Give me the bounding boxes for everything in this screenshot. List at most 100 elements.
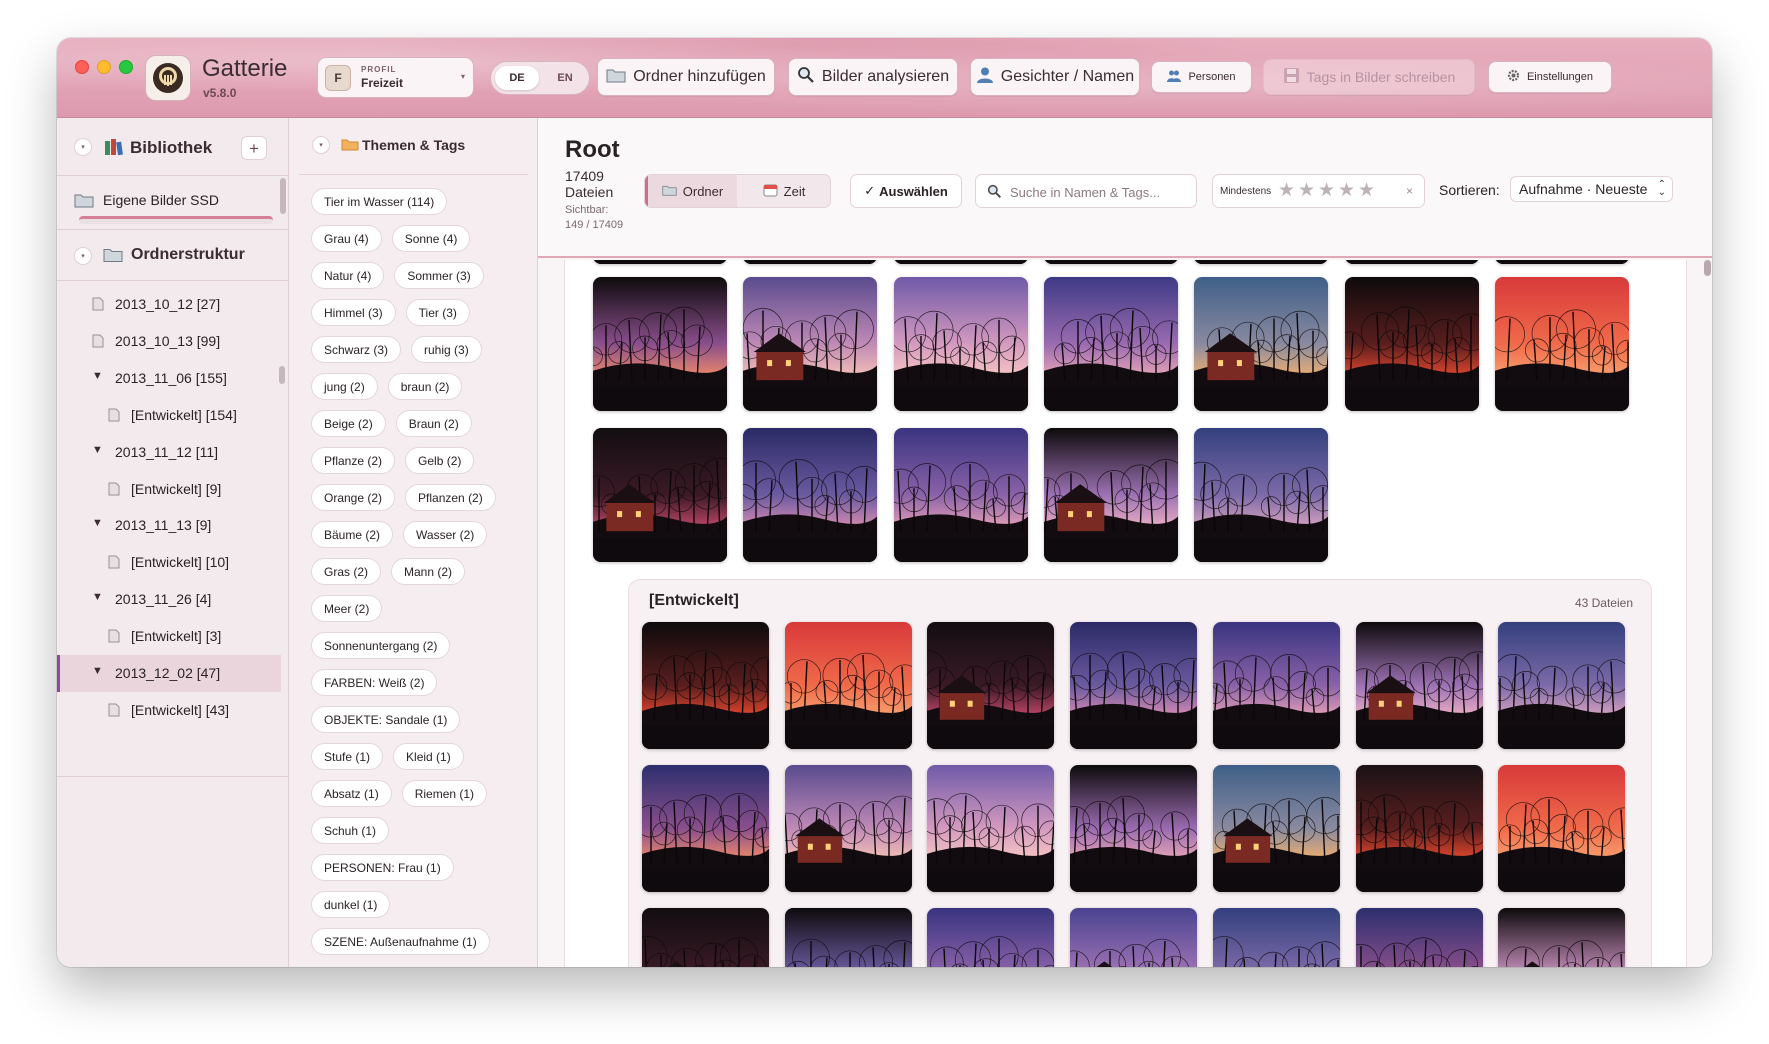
tag-chip[interactable]: Mann (2) [391,558,466,585]
tag-chip[interactable]: Himmel (3) [311,299,396,326]
star-icon[interactable]: ★ [1278,181,1295,200]
image-thumbnail[interactable] [743,428,878,562]
star-icon[interactable]: ★ [1298,181,1315,200]
image-thumbnail[interactable] [642,908,769,967]
tag-chip[interactable]: Sommer (3) [394,262,484,289]
disclosure-triangle-icon[interactable]: ▼ [92,517,103,529]
tag-chip[interactable]: SZENE: Außenaufnahme (1) [311,928,490,955]
image-thumbnail[interactable] [593,277,727,411]
tag-chip[interactable]: Orange (2) [311,484,396,511]
tag-chip[interactable]: Absatz (1) [311,780,392,807]
image-thumbnail[interactable] [593,260,727,264]
analyze-images-button[interactable]: Bilder analysieren [788,58,958,96]
tag-chip[interactable]: Pflanzen (2) [405,484,496,511]
image-thumbnail[interactable] [1194,428,1329,562]
image-thumbnail[interactable] [642,765,769,892]
tag-chip[interactable]: Wasser (2) [403,521,488,548]
image-thumbnail[interactable] [593,428,727,562]
image-thumbnail[interactable] [784,765,912,892]
tree-row[interactable]: ▼ 2013_11_12 [11] [57,434,281,471]
image-thumbnail[interactable] [1494,277,1629,411]
image-thumbnail[interactable] [1498,765,1626,892]
tag-chip[interactable]: Gras (2) [311,558,382,585]
add-folder-button[interactable]: Ordner hinzufügen [597,58,775,96]
tree-row[interactable]: [Entwickelt] [43] [57,692,281,729]
image-thumbnail[interactable] [784,622,912,749]
tree-row[interactable]: [Entwickelt] [3] [57,618,281,655]
image-thumbnail[interactable] [1344,277,1479,411]
tag-chip[interactable]: Tier (3) [405,299,470,326]
tag-chip[interactable]: Braun (2) [395,410,472,437]
image-thumbnail[interactable] [1355,622,1483,749]
sidebar-scrollbar[interactable] [280,178,286,214]
tag-chip[interactable]: FARBEN: Weiß (2) [311,669,438,696]
tag-chip[interactable]: Schwarz (3) [311,336,402,363]
persons-button[interactable]: Personen [1151,61,1252,93]
star-icon[interactable]: ★ [1338,181,1355,200]
tag-chip[interactable]: Kleid (1) [393,743,464,770]
minimize-window-button[interactable] [97,60,111,74]
tag-chip[interactable]: PERSONEN: Frau (1) [311,854,454,881]
collapse-library-button[interactable]: ▾ [74,138,92,156]
tree-row[interactable]: 2013_10_13 [99] [57,323,281,360]
image-thumbnail[interactable] [1070,765,1198,892]
image-thumbnail[interactable] [893,277,1028,411]
disclosure-triangle-icon[interactable]: ▼ [92,591,103,603]
tag-chip[interactable]: dunkel (1) [311,891,391,918]
image-thumbnail[interactable] [893,428,1028,562]
tag-chip[interactable]: OBJEKTE: Sandale (1) [311,706,461,733]
image-thumbnail[interactable] [1043,428,1178,562]
tree-row[interactable]: [Entwickelt] [9] [57,471,281,508]
tree-row[interactable]: ▼ 2013_12_02 [47] [57,655,281,692]
disclosure-triangle-icon[interactable]: ▼ [92,444,103,456]
star-icon[interactable]: ★ [1318,181,1335,200]
tree-row[interactable]: ▼ 2013_11_13 [9] [57,507,281,544]
image-thumbnail[interactable] [642,622,769,749]
image-thumbnail[interactable] [1494,260,1629,264]
language-en-button[interactable]: EN [543,66,587,90]
collapse-tags-button[interactable]: ▾ [312,136,330,154]
tag-chip[interactable]: Pflanze (2) [311,447,396,474]
select-button[interactable]: ✓ Auswählen [850,174,962,208]
tag-chip[interactable]: Stufe (1) [311,743,384,770]
zoom-window-button[interactable] [119,60,133,74]
image-thumbnail[interactable] [1070,622,1198,749]
tag-chip[interactable]: Schuh (1) [311,817,390,844]
clear-rating-button[interactable]: × [1406,184,1413,198]
image-thumbnail[interactable] [927,765,1055,892]
image-thumbnail[interactable] [1344,260,1479,264]
tag-chip[interactable]: Riemen (1) [401,780,488,807]
add-library-button[interactable]: + [241,136,267,160]
image-thumbnail[interactable] [1355,908,1483,967]
tag-chip[interactable]: jung (2) [311,373,378,400]
image-thumbnail[interactable] [1043,277,1178,411]
faces-names-button[interactable]: Gesichter / Namen [970,58,1140,96]
tag-chip[interactable]: Grau (4) [311,225,382,252]
star-icon[interactable]: ★ [1358,181,1375,200]
tag-chip[interactable]: Natur (4) [311,262,385,289]
tag-chip[interactable]: Meer (2) [311,595,383,622]
search-input[interactable] [1010,182,1190,202]
tag-chip[interactable]: ruhig (3) [411,336,482,363]
image-thumbnail[interactable] [1194,277,1329,411]
write-tags-button[interactable]: Tags in Bilder schreiben [1263,59,1475,95]
tree-row[interactable]: ▼ 2013_11_06 [155] [57,360,281,397]
image-thumbnail[interactable] [893,260,1028,264]
language-de-button[interactable]: DE [495,66,539,90]
tag-chip[interactable]: Bäume (2) [311,521,394,548]
library-item[interactable]: Eigene Bilder SSD [65,180,275,224]
collapse-tree-button[interactable]: ▾ [74,247,92,265]
tree-row[interactable]: [Entwickelt] [10] [57,544,281,581]
tag-chip[interactable]: braun (2) [387,373,463,400]
close-window-button[interactable] [75,60,89,74]
tree-row[interactable]: ▼ 2013_11_26 [4] [57,581,281,618]
image-thumbnail[interactable] [927,908,1055,967]
gallery-scrollbar[interactable] [1704,260,1711,276]
image-thumbnail[interactable] [1355,765,1483,892]
view-mode-time[interactable]: Zeit [737,175,830,207]
image-thumbnail[interactable] [1212,765,1340,892]
image-thumbnail[interactable] [1043,260,1178,264]
disclosure-triangle-icon[interactable]: ▼ [92,370,103,382]
image-thumbnail[interactable] [1212,622,1340,749]
image-thumbnail[interactable] [1194,260,1329,264]
